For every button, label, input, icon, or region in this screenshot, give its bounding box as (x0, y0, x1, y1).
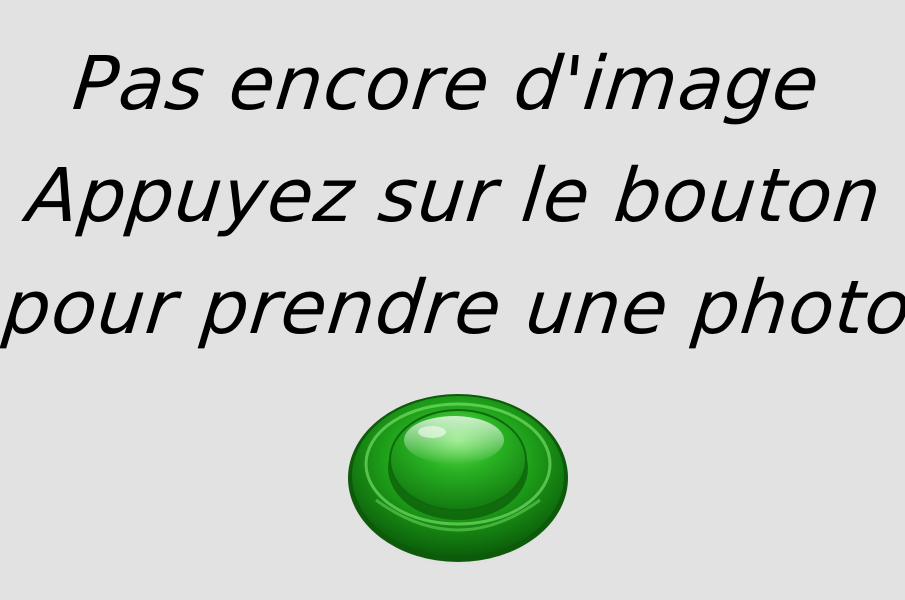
camera-placeholder-screen: Pas encore d'image Appuyez sur le bouton… (0, 0, 905, 600)
green-push-button-icon (346, 394, 570, 568)
take-photo-button[interactable] (346, 382, 570, 568)
no-image-title: Pas encore d'image (69, 41, 824, 127)
instruction-line-1: Appuyez sur le bouton (23, 153, 886, 239)
instruction-line-2: pour prendre une photo (0, 265, 905, 351)
no-image-message: Pas encore d'image Appuyez sur le bouton… (0, 28, 905, 364)
